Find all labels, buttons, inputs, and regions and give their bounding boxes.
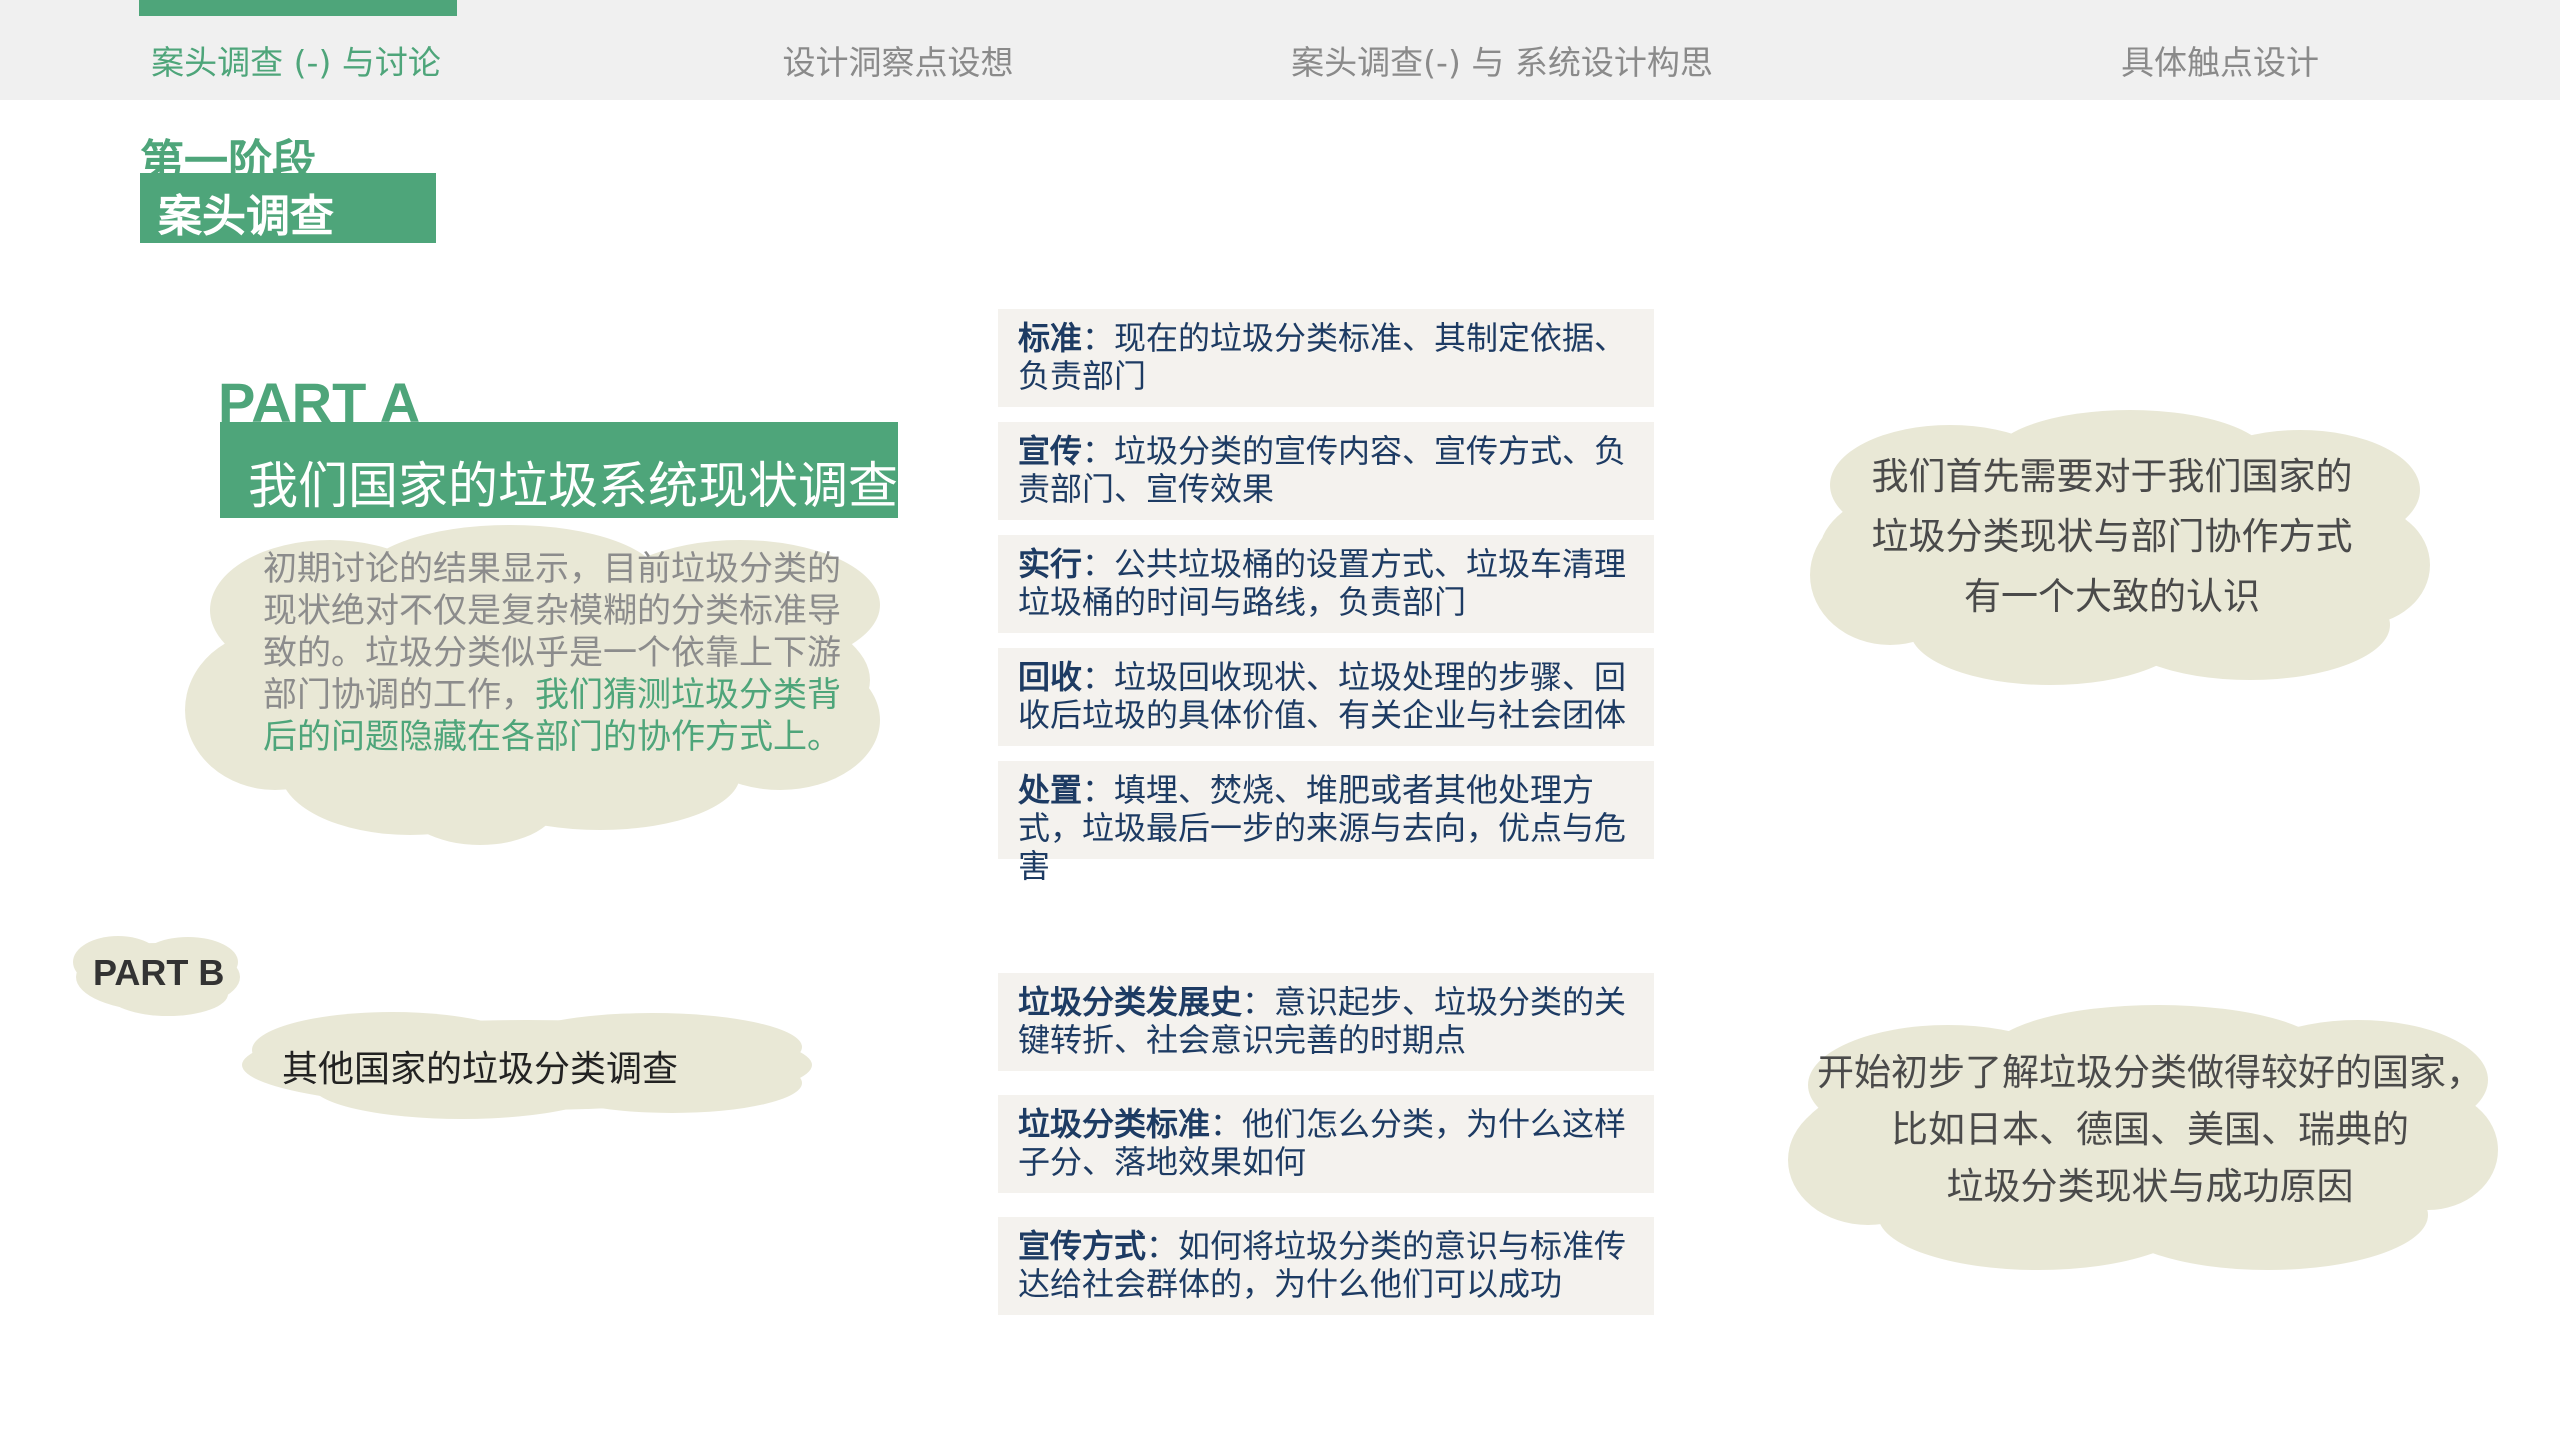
- part-b-card: 垃圾分类标准：他们怎么分类，为什么这样子分、落地效果如何: [998, 1095, 1654, 1193]
- top-nav-bar: 案头调查 (-) 与讨论 设计洞察点设想 案头调查(-) 与 系统设计构思 具体…: [0, 0, 2560, 100]
- note-line: 垃圾分类现状与部门协作方式: [1871, 515, 2353, 558]
- part-b-card: 宣传方式：如何将垃圾分类的意识与标准传达给社会群体的，为什么他们可以成功: [998, 1217, 1654, 1315]
- part-a-card: 回收：垃圾回收现状、垃圾处理的步骤、回收后垃圾的具体价值、有关企业与社会团体: [998, 648, 1654, 746]
- part-b-title: PART B: [93, 952, 225, 993]
- part-a-subtitle: 我们国家的垃圾系统现状调查: [248, 457, 898, 515]
- part-a-card: 标准：现在的垃圾分类标准、其制定依据、负责部门: [998, 309, 1654, 407]
- part-a-card: 宣传：垃圾分类的宣传内容、宣传方式、负责部门、宣传效果: [998, 422, 1654, 520]
- card-text: ：公共垃圾桶的设置方式、垃圾车清理垃圾桶的时间与路线，负责部门: [1018, 545, 1627, 621]
- note-line: 我们首先需要对于我们国家的: [1871, 455, 2353, 498]
- card-term: 宣传方式: [1018, 1227, 1147, 1265]
- part-a-note: 我们首先需要对于我们国家的 垃圾分类现状与部门协作方式 有一个大致的认识: [1872, 447, 2353, 627]
- active-tab-indicator: [139, 0, 457, 16]
- card-text: ：垃圾回收现状、垃圾处理的步骤、回收后垃圾的具体价值、有关企业与社会团体: [1018, 658, 1627, 734]
- tab-desk-research-system-design[interactable]: 案头调查(-) 与 系统设计构思: [1291, 36, 1713, 84]
- card-term: 处置: [1018, 771, 1083, 809]
- card-term: 宣传: [1018, 432, 1083, 470]
- part-b-note: 开始初步了解垃圾分类做得较好的国家， 比如日本、德国、美国、瑞典的 垃圾分类现状…: [1817, 1044, 2483, 1215]
- card-text: ：现在的垃圾分类标准、其制定依据、负责部门: [1018, 319, 1627, 395]
- card-term: 垃圾分类发展史: [1018, 983, 1243, 1021]
- part-a-paragraph: 初期讨论的结果显示，目前垃圾分类的现状绝对不仅是复杂模糊的分类标准导致的。垃圾分…: [263, 548, 873, 758]
- part-a-card: 处置：填埋、焚烧、堆肥或者其他处理方式，垃圾最后一步的来源与去向，优点与危害: [998, 761, 1654, 885]
- card-term: 回收: [1018, 658, 1083, 696]
- part-b-card: 垃圾分类发展史：意识起步、垃圾分类的关键转折、社会意识完善的时期点: [998, 973, 1654, 1071]
- card-term: 实行: [1018, 545, 1083, 583]
- part-a-card: 实行：公共垃圾桶的设置方式、垃圾车清理垃圾桶的时间与路线，负责部门: [998, 535, 1654, 633]
- note-line: 垃圾分类现状与成功原因: [1946, 1165, 2354, 1208]
- tab-design-insight[interactable]: 设计洞察点设想: [783, 36, 1014, 84]
- note-line: 比如日本、德国、美国、瑞典的: [1891, 1108, 2409, 1151]
- card-text: ：垃圾分类的宣传内容、宣传方式、负责部门、宣传效果: [1018, 432, 1627, 508]
- card-text: ：填埋、焚烧、堆肥或者其他处理方式，垃圾最后一步的来源与去向，优点与危害: [1018, 771, 1627, 885]
- note-line: 有一个大致的认识: [1964, 575, 2260, 618]
- card-term: 垃圾分类标准: [1018, 1105, 1211, 1143]
- card-term: 标准: [1018, 319, 1083, 357]
- stage-subtitle: 案头调查: [158, 191, 334, 242]
- note-line: 开始初步了解垃圾分类做得较好的国家，: [1817, 1051, 2483, 1094]
- tab-desk-research-discussion[interactable]: 案头调查 (-) 与讨论: [151, 36, 441, 84]
- tab-touchpoint-design[interactable]: 具体触点设计: [2121, 36, 2319, 84]
- part-b-subtitle: 其他国家的垃圾分类调查: [282, 1049, 679, 1090]
